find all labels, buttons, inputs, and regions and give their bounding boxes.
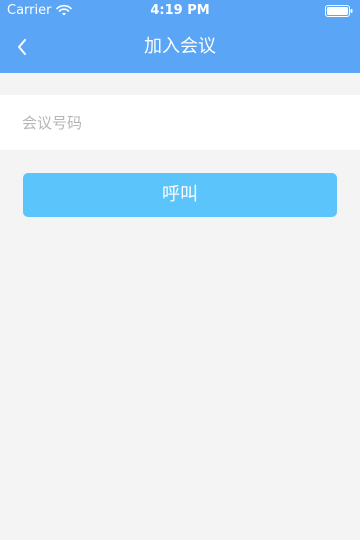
chevron-left-icon [18, 39, 26, 55]
status-time: 4:19 PM [150, 3, 210, 18]
meeting-number-row [0, 95, 360, 150]
call-button[interactable]: 呼叫 [23, 173, 337, 217]
meeting-number-input[interactable] [22, 95, 342, 150]
navigation-bar: 加入会议 [0, 22, 360, 73]
status-bar: Carrier 4:19 PM [0, 0, 360, 22]
header: Carrier 4:19 PM 加入会议 [0, 0, 360, 73]
battery-icon [325, 5, 353, 17]
join-meeting-screen: Carrier 4:19 PM 加入会议 会议号码 呼叫 [0, 0, 360, 540]
back-button[interactable] [8, 30, 38, 64]
page-title: 加入会议 [144, 36, 216, 57]
